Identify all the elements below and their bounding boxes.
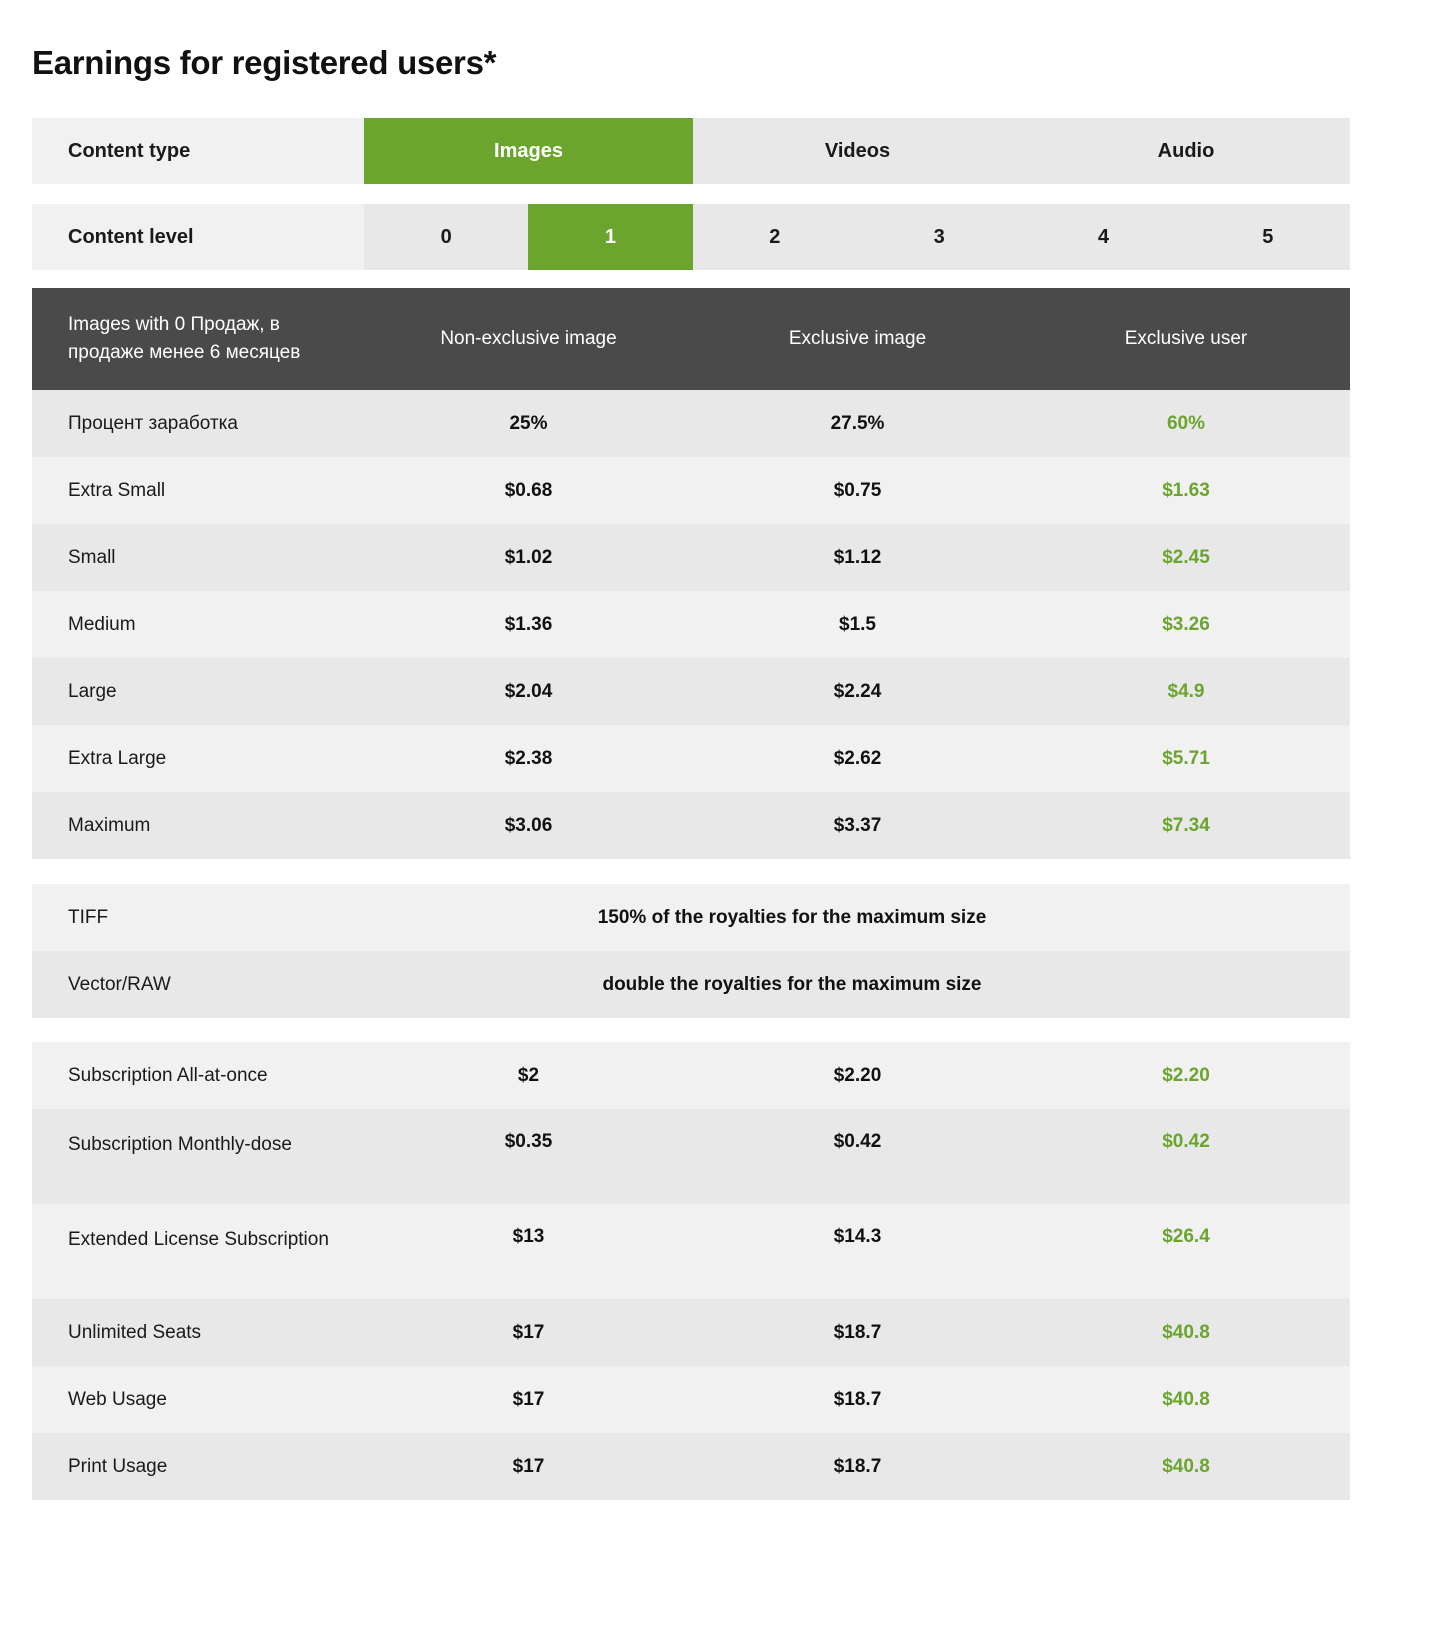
table-row: Extra Large $2.38 $2.62 $5.71 bbox=[32, 725, 1350, 792]
row-value-non-exclusive: $17 bbox=[364, 1366, 693, 1433]
row-value-exclusive-image: $3.37 bbox=[693, 792, 1022, 859]
row-label: Процент заработка bbox=[32, 390, 364, 457]
table-row: Subscription Monthly-dose $0.35 $0.42 $0… bbox=[32, 1109, 1350, 1204]
content-level-selector: Content level 0 1 2 3 4 5 bbox=[32, 204, 1350, 270]
column-header-non-exclusive-image: Non-exclusive image bbox=[364, 288, 693, 390]
row-value-exclusive-user: $40.8 bbox=[1022, 1366, 1350, 1433]
row-label: Vector/RAW bbox=[32, 951, 364, 1018]
tab-content-type-images[interactable]: Images bbox=[364, 118, 693, 184]
row-value-exclusive-image: $18.7 bbox=[693, 1433, 1022, 1500]
column-header-condition: Images with 0 Продаж, в продаже менее 6 … bbox=[32, 288, 364, 390]
row-label: Maximum bbox=[32, 792, 364, 859]
tab-content-level-3[interactable]: 3 bbox=[856, 204, 1022, 270]
row-label: Small bbox=[32, 524, 364, 591]
table-row: Unlimited Seats $17 $18.7 $40.8 bbox=[32, 1299, 1350, 1366]
table-row: Extended License Subscription $13 $14.3 … bbox=[32, 1204, 1350, 1299]
row-value-note: 150% of the royalties for the maximum si… bbox=[364, 884, 1350, 951]
row-label: Web Usage bbox=[32, 1366, 364, 1433]
earnings-table-header-row: Images with 0 Продаж, в продаже менее 6 … bbox=[32, 288, 1350, 390]
row-value-exclusive-image: $18.7 bbox=[693, 1366, 1022, 1433]
subscription-table: Subscription All-at-once $2 $2.20 $2.20 … bbox=[32, 1042, 1350, 1500]
row-value-exclusive-user: $40.8 bbox=[1022, 1299, 1350, 1366]
row-value-exclusive-image: $0.75 bbox=[693, 457, 1022, 524]
row-value-non-exclusive: $0.35 bbox=[364, 1109, 693, 1204]
row-value-exclusive-image: $2.62 bbox=[693, 725, 1022, 792]
row-value-exclusive-image: $14.3 bbox=[693, 1204, 1022, 1299]
row-value-non-exclusive: $2.04 bbox=[364, 658, 693, 725]
row-value-exclusive-image: $1.12 bbox=[693, 524, 1022, 591]
row-label: TIFF bbox=[32, 884, 364, 951]
row-label: Subscription All-at-once bbox=[32, 1042, 364, 1109]
table-row: Vector/RAW double the royalties for the … bbox=[32, 951, 1350, 1018]
row-label: Large bbox=[32, 658, 364, 725]
content-type-label: Content type bbox=[32, 118, 364, 184]
table-row: Процент заработка 25% 27.5% 60% bbox=[32, 390, 1350, 457]
table-row: TIFF 150% of the royalties for the maxim… bbox=[32, 884, 1350, 951]
tab-content-level-5[interactable]: 5 bbox=[1185, 204, 1350, 270]
row-value-exclusive-user: $5.71 bbox=[1022, 725, 1350, 792]
row-value-exclusive-image: 27.5% bbox=[693, 390, 1022, 457]
row-value-exclusive-user: 60% bbox=[1022, 390, 1350, 457]
earnings-page: Earnings for registered users* Content t… bbox=[0, 0, 1454, 1648]
tab-content-level-2[interactable]: 2 bbox=[692, 204, 857, 270]
tab-content-level-1[interactable]: 1 bbox=[528, 204, 693, 270]
row-label: Subscription Monthly-dose bbox=[32, 1109, 364, 1204]
row-label: Extra Small bbox=[32, 457, 364, 524]
row-value-non-exclusive: 25% bbox=[364, 390, 693, 457]
tab-content-level-0[interactable]: 0 bbox=[364, 204, 529, 270]
format-royalties-table: TIFF 150% of the royalties for the maxim… bbox=[32, 884, 1350, 1018]
table-row: Print Usage $17 $18.7 $40.8 bbox=[32, 1433, 1350, 1500]
earnings-table: Images with 0 Продаж, в продаже менее 6 … bbox=[32, 288, 1350, 859]
row-value-exclusive-user: $3.26 bbox=[1022, 591, 1350, 658]
row-value-exclusive-user: $40.8 bbox=[1022, 1433, 1350, 1500]
page-title: Earnings for registered users* bbox=[32, 44, 497, 81]
column-header-exclusive-image: Exclusive image bbox=[693, 288, 1022, 390]
table-row: Web Usage $17 $18.7 $40.8 bbox=[32, 1366, 1350, 1433]
row-value-non-exclusive: $2.38 bbox=[364, 725, 693, 792]
row-value-exclusive-user: $26.4 bbox=[1022, 1204, 1350, 1299]
row-value-non-exclusive: $1.36 bbox=[364, 591, 693, 658]
row-value-non-exclusive: $13 bbox=[364, 1204, 693, 1299]
row-label: Extended License Subscription bbox=[32, 1204, 364, 1299]
row-value-exclusive-image: $1.5 bbox=[693, 591, 1022, 658]
row-value-exclusive-user: $2.45 bbox=[1022, 524, 1350, 591]
content-type-row: Content type Images Videos Audio bbox=[32, 118, 1350, 184]
tab-content-type-audio[interactable]: Audio bbox=[1022, 118, 1350, 184]
row-value-exclusive-user: $1.63 bbox=[1022, 457, 1350, 524]
row-value-exclusive-image: $18.7 bbox=[693, 1299, 1022, 1366]
row-value-exclusive-user: $4.9 bbox=[1022, 658, 1350, 725]
row-value-non-exclusive: $1.02 bbox=[364, 524, 693, 591]
table-row: Small $1.02 $1.12 $2.45 bbox=[32, 524, 1350, 591]
row-label: Extra Large bbox=[32, 725, 364, 792]
content-level-label: Content level bbox=[32, 204, 364, 270]
row-value-non-exclusive: $0.68 bbox=[364, 457, 693, 524]
content-type-selector: Content type Images Videos Audio bbox=[32, 118, 1350, 184]
row-label: Print Usage bbox=[32, 1433, 364, 1500]
row-value-exclusive-user: $0.42 bbox=[1022, 1109, 1350, 1204]
column-header-exclusive-user: Exclusive user bbox=[1022, 288, 1350, 390]
tab-content-type-videos[interactable]: Videos bbox=[693, 118, 1022, 184]
table-row: Extra Small $0.68 $0.75 $1.63 bbox=[32, 457, 1350, 524]
table-row: Large $2.04 $2.24 $4.9 bbox=[32, 658, 1350, 725]
row-value-non-exclusive: $3.06 bbox=[364, 792, 693, 859]
row-value-exclusive-image: $2.20 bbox=[693, 1042, 1022, 1109]
row-value-exclusive-user: $7.34 bbox=[1022, 792, 1350, 859]
row-value-non-exclusive: $17 bbox=[364, 1299, 693, 1366]
row-value-exclusive-image: $0.42 bbox=[693, 1109, 1022, 1204]
content-level-row: Content level 0 1 2 3 4 5 bbox=[32, 204, 1350, 270]
row-label: Medium bbox=[32, 591, 364, 658]
row-value-non-exclusive: $2 bbox=[364, 1042, 693, 1109]
row-value-note: double the royalties for the maximum siz… bbox=[364, 951, 1350, 1018]
table-row: Medium $1.36 $1.5 $3.26 bbox=[32, 591, 1350, 658]
row-value-exclusive-image: $2.24 bbox=[693, 658, 1022, 725]
row-value-exclusive-user: $2.20 bbox=[1022, 1042, 1350, 1109]
table-row: Subscription All-at-once $2 $2.20 $2.20 bbox=[32, 1042, 1350, 1109]
row-value-non-exclusive: $17 bbox=[364, 1433, 693, 1500]
row-label: Unlimited Seats bbox=[32, 1299, 364, 1366]
tab-content-level-4[interactable]: 4 bbox=[1021, 204, 1186, 270]
table-row: Maximum $3.06 $3.37 $7.34 bbox=[32, 792, 1350, 859]
